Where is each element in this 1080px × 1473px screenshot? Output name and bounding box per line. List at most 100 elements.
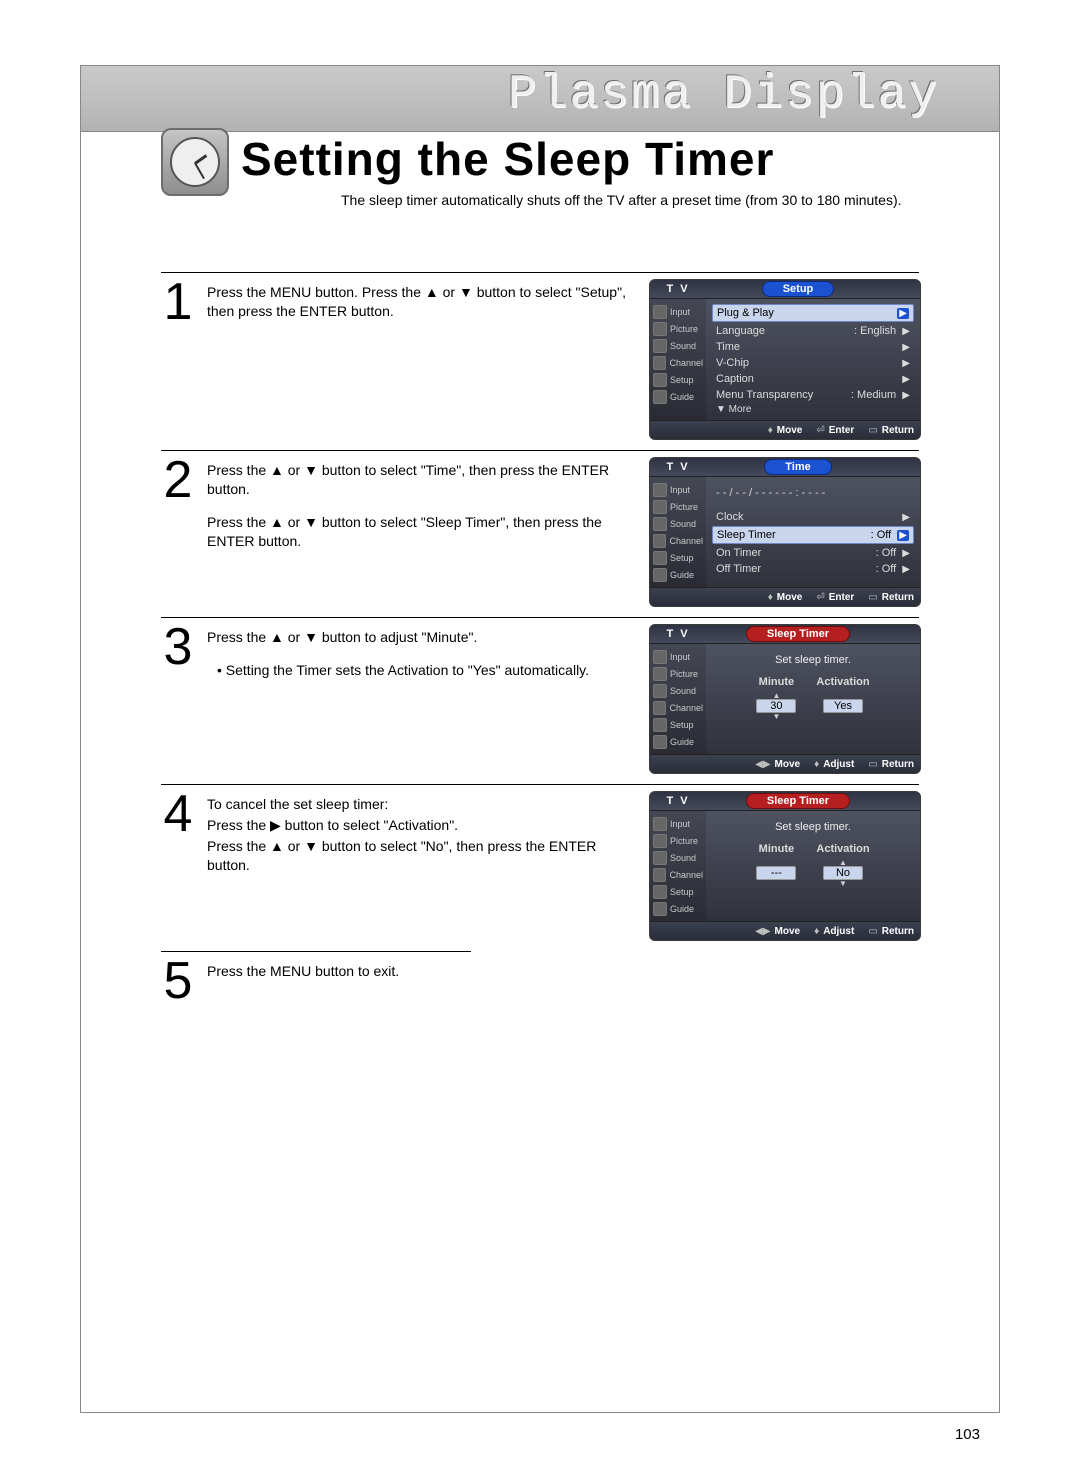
manual-page: Plasma Display Setting the Sleep Timer T…	[0, 0, 1080, 1473]
activation-column: Activation ▲ Yes ▼	[816, 676, 869, 720]
step-2: 2 Press the ▲ or ▼ button to select "Tim…	[161, 450, 919, 617]
sidebar-item: Sound	[670, 686, 696, 696]
step-text: Press the ▲ or ▼ button to adjust "Minut…	[207, 624, 637, 694]
title-row: Setting the Sleep Timer The sleep timer …	[81, 124, 999, 212]
menu-item-sleep-timer[interactable]: Sleep Timer: Off ▶	[712, 526, 914, 544]
minute-label: Minute	[759, 843, 794, 855]
sidebar-item: Channel	[669, 358, 703, 368]
step-3: 3 Press the ▲ or ▼ button to adjust "Min…	[161, 617, 919, 784]
sidebar-item: Sound	[670, 853, 696, 863]
osd-main: Set sleep timer. Minute ▲ --- ▼	[706, 811, 920, 921]
sidebar-item: Sound	[670, 519, 696, 529]
tv-tag: T V	[650, 628, 706, 640]
step-text: Press the MENU button. Press the ▲ or ▼ …	[207, 279, 637, 335]
menu-more[interactable]: ▼ More	[712, 403, 914, 416]
osd-main: Plug & Play▶ Language: English ▶ Time▶ V…	[706, 299, 920, 420]
banner-title: Plasma Display	[508, 68, 939, 122]
menu-item-transparency[interactable]: Menu Transparency: Medium ▶	[712, 387, 914, 403]
osd-sidebar: Input Picture Sound Channel Setup Guide	[650, 644, 706, 754]
panel-title: Time	[764, 459, 831, 475]
menu-item-caption[interactable]: Caption▶	[712, 371, 914, 387]
menu-item-on-timer[interactable]: On Timer: Off ▶	[712, 545, 914, 561]
minute-spinner[interactable]: ▲ --- ▼	[756, 859, 796, 887]
page-number: 103	[955, 1426, 980, 1443]
hint-return: ▭ Return	[868, 425, 914, 436]
hint-enter: ⏎ Enter	[816, 592, 854, 603]
panel-title: Sleep Timer	[746, 626, 850, 642]
step-paragraph: Press the ▲ or ▼ button to select "Time"…	[207, 461, 637, 499]
osd-sleep-timer-no: T V Sleep Timer Input Picture Sound Chan…	[649, 791, 919, 941]
step-5: 5 Press the MENU button to exit.	[161, 951, 471, 1015]
minute-spinner[interactable]: ▲ 30 ▼	[756, 692, 796, 720]
sidebar-item: Picture	[670, 669, 698, 679]
panel-footer: ◀▶ Move ♦ Adjust ▭ Return	[650, 754, 920, 773]
hint-move: ♦ Move	[768, 425, 803, 436]
panel-title: Sleep Timer	[746, 793, 850, 809]
step-1: 1 Press the MENU button. Press the ▲ or …	[161, 272, 919, 450]
sidebar-item: Guide	[670, 904, 694, 914]
hint-enter: ⏎ Enter	[816, 425, 854, 436]
activation-label: Activation	[816, 676, 869, 688]
step-4: 4 To cancel the set sleep timer: Press t…	[161, 784, 919, 951]
panel-message: Set sleep timer.	[712, 648, 914, 672]
page-title: Setting the Sleep Timer	[241, 124, 999, 186]
activation-spinner[interactable]: ▲ Yes ▼	[823, 692, 863, 720]
up-arrow-icon: ▲	[772, 692, 780, 699]
tv-tag: T V	[650, 461, 706, 473]
down-arrow-icon: ▼	[839, 880, 847, 887]
step-paragraph: • Setting the Timer sets the Activation …	[207, 661, 637, 680]
osd-sidebar: Input Picture Sound Channel Setup Guide	[650, 477, 706, 587]
step-number: 2	[161, 457, 195, 504]
steps-container: 1 Press the MENU button. Press the ▲ or …	[81, 212, 999, 1015]
sidebar-item: Channel	[669, 870, 703, 880]
osd-sidebar: Input Picture Sound Channel Setup Guide	[650, 811, 706, 921]
step-text: Press the MENU button to exit.	[207, 958, 471, 995]
osd-sleep-timer-yes: T V Sleep Timer Input Picture Sound Chan…	[649, 624, 919, 774]
menu-item-off-timer[interactable]: Off Timer: Off ▶	[712, 561, 914, 577]
activation-spinner[interactable]: ▲ No ▼	[823, 859, 863, 887]
sidebar-item: Sound	[670, 341, 696, 351]
sidebar-item: Guide	[670, 570, 694, 580]
tv-tag: T V	[650, 795, 706, 807]
menu-item-vchip[interactable]: V-Chip▶	[712, 355, 914, 371]
panel-footer: ♦ Move ⏎ Enter ▭ Return	[650, 587, 920, 606]
clock-face-icon	[170, 137, 220, 187]
hint-move: ◀▶ Move	[755, 759, 800, 770]
osd-main: - - / - - / - - - - - - : - - - - Clock▶…	[706, 477, 920, 587]
minute-column: Minute ▲ --- ▼	[756, 843, 796, 887]
menu-item-clock[interactable]: Clock▶	[712, 509, 914, 525]
step-paragraph: Press the ▲ or ▼ button to select "Sleep…	[207, 513, 637, 551]
sidebar-item: Setup	[670, 375, 694, 385]
minute-value: ---	[756, 866, 796, 880]
sidebar-item: Input	[670, 819, 690, 829]
menu-item-language[interactable]: Language: English ▶	[712, 323, 914, 339]
menu-item-time[interactable]: Time▶	[712, 339, 914, 355]
sidebar-item: Setup	[670, 553, 694, 563]
step-number: 3	[161, 624, 195, 671]
clock-icon	[161, 128, 229, 196]
minute-value: 30	[756, 699, 796, 713]
step-text: To cancel the set sleep timer: Press the…	[207, 791, 637, 889]
step-number: 4	[161, 791, 195, 838]
osd-main: Set sleep timer. Minute ▲ 30 ▼	[706, 644, 920, 754]
page-subtitle: The sleep timer automatically shuts off …	[341, 192, 999, 208]
step-paragraph: Press the MENU button to exit.	[207, 962, 471, 981]
banner: Plasma Display	[81, 66, 999, 132]
sidebar-item: Picture	[670, 502, 698, 512]
osd-time: T V Time Input Picture Sound Channel Set…	[649, 457, 919, 607]
hint-return: ▭ Return	[868, 759, 914, 770]
content-frame: Plasma Display Setting the Sleep Timer T…	[80, 65, 1000, 1413]
down-arrow-icon: ▼	[772, 713, 780, 720]
activation-label: Activation	[816, 843, 869, 855]
step-paragraph: Press the MENU button. Press the ▲ or ▼ …	[207, 283, 637, 321]
up-arrow-icon: ▲	[839, 859, 847, 866]
sidebar-item: Input	[670, 652, 690, 662]
sidebar-item: Input	[670, 307, 690, 317]
activation-value: Yes	[823, 699, 863, 713]
panel-message: Set sleep timer.	[712, 815, 914, 839]
sidebar-item: Input	[670, 485, 690, 495]
panel-title: Setup	[762, 281, 835, 297]
menu-item-plug-play[interactable]: Plug & Play▶	[712, 304, 914, 322]
activation-value: No	[823, 866, 863, 880]
activation-column: Activation ▲ No ▼	[816, 843, 869, 887]
